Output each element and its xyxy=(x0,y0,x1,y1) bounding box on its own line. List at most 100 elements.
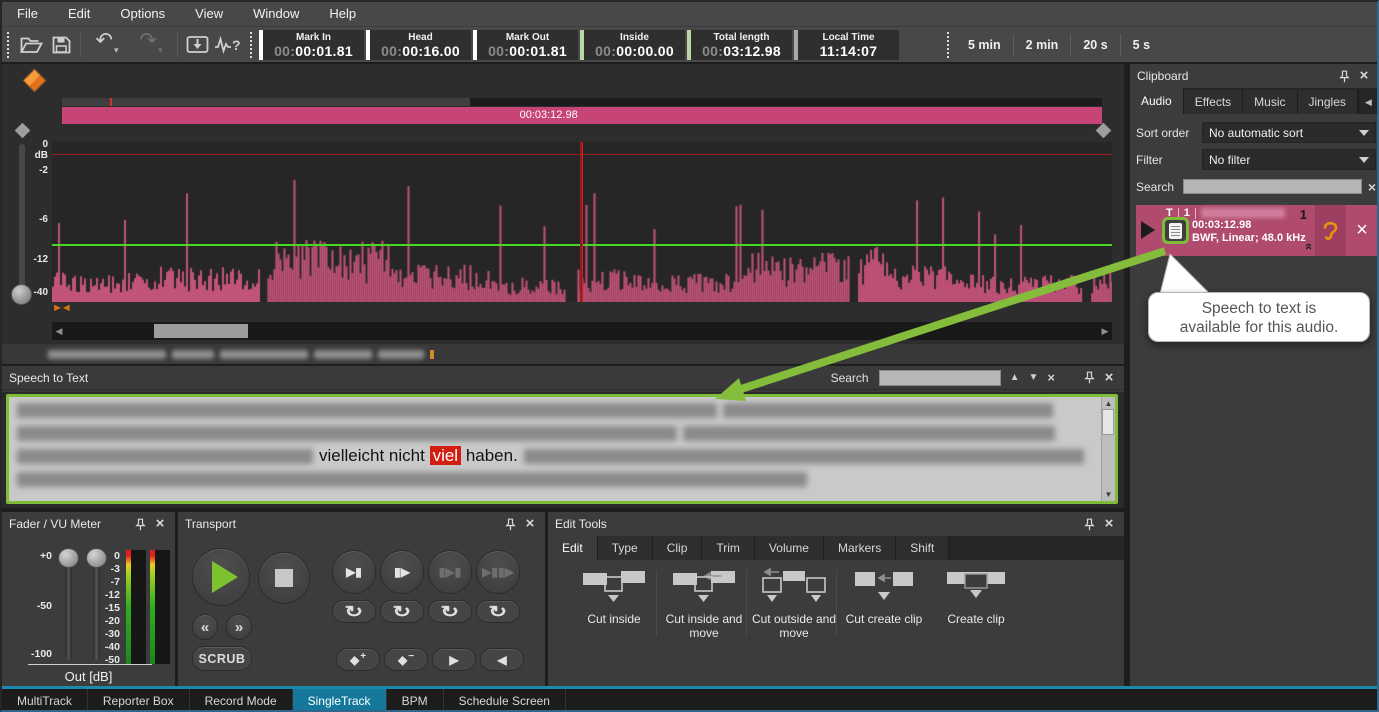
speech-detect-button[interactable]: ? xyxy=(212,31,242,59)
fader-track-right[interactable] xyxy=(93,560,100,660)
zoom-range-bar[interactable] xyxy=(62,98,1102,106)
menu-edit[interactable]: Edit xyxy=(53,2,105,26)
close-icon[interactable]: × xyxy=(1101,370,1117,386)
scrollbar-track[interactable] xyxy=(66,322,1098,340)
play-between-marks-button[interactable]: ▮▶▮ xyxy=(428,550,472,594)
scrollbar-thumb[interactable] xyxy=(154,324,248,338)
time-display-mark-out[interactable]: Mark Out 00:00:01.81 xyxy=(473,30,578,60)
speech-to-text-available-badge[interactable] xyxy=(1162,217,1189,244)
clip-overview-bar[interactable]: 00:03:12.98 xyxy=(62,107,1102,124)
scrub-button[interactable]: SCRUB xyxy=(192,646,252,671)
zoom-5s-button[interactable]: 5 s xyxy=(1121,33,1162,57)
filter-select[interactable]: No filter xyxy=(1202,149,1376,170)
loop-3-button[interactable]: ↻ xyxy=(428,600,472,623)
time-display-local-time[interactable]: Local Time 11:14:07 xyxy=(794,30,899,60)
scrollbar-thumb[interactable] xyxy=(1102,409,1114,435)
pin-icon[interactable] xyxy=(502,516,518,532)
add-marker-button[interactable]: ◆+ xyxy=(336,648,380,671)
prev-marker-button[interactable]: ◀ xyxy=(480,648,524,671)
forward-button[interactable]: » xyxy=(226,614,252,640)
menu-view[interactable]: View xyxy=(180,2,238,26)
tab-effects[interactable]: Effects xyxy=(1184,90,1243,114)
tool-cut-inside-and-move[interactable]: Cut inside and move xyxy=(658,568,750,640)
toolbar-grip[interactable] xyxy=(7,32,11,58)
loop-2-button[interactable]: ↻ xyxy=(380,600,424,623)
play-icon[interactable] xyxy=(1141,221,1155,239)
clipboard-search-input[interactable] xyxy=(1183,179,1362,194)
time-display-total-length[interactable]: Total length 00:03:12.98 xyxy=(687,30,792,60)
scroll-left-icon[interactable]: ◀ xyxy=(52,326,66,337)
tool-cut-create-clip[interactable]: Cut create clip xyxy=(838,568,930,626)
search-next-icon[interactable]: ▼ xyxy=(1029,372,1039,383)
tab-volume[interactable]: Volume xyxy=(755,536,824,560)
import-audio-button[interactable] xyxy=(182,31,212,59)
tab-type[interactable]: Type xyxy=(598,536,653,560)
tab-scroll-left-icon[interactable]: ◀ xyxy=(1365,97,1372,108)
transcript-area[interactable]: vielleicht nicht viel haben. ▲ ▼ xyxy=(6,394,1118,504)
loop-1-button[interactable]: ↻ xyxy=(332,600,376,623)
time-display-inside[interactable]: Inside 00:00:00.00 xyxy=(580,30,685,60)
close-icon[interactable]: × xyxy=(152,516,168,532)
transcript-visible-text[interactable]: vielleicht nicht viel haben. xyxy=(319,446,518,466)
position-marker-diamond[interactable] xyxy=(22,68,46,92)
fader-track-left[interactable] xyxy=(65,560,72,660)
time-display-head[interactable]: Head 00:00:16.00 xyxy=(366,30,471,60)
tab-schedule-screen[interactable]: Schedule Screen xyxy=(444,689,566,712)
play-around-marks-button[interactable]: ▶▮▮▶ xyxy=(476,550,520,594)
zoom-2min-button[interactable]: 2 min xyxy=(1014,33,1071,57)
transcript-scrollbar[interactable]: ▲ ▼ xyxy=(1101,397,1115,501)
open-file-button[interactable] xyxy=(16,31,46,59)
tab-edit[interactable]: Edit xyxy=(548,536,598,560)
save-button[interactable] xyxy=(46,31,76,59)
fader-knob-left[interactable] xyxy=(58,548,79,568)
tool-cut-inside[interactable]: Cut inside xyxy=(568,568,660,626)
zoom-5min-button[interactable]: 5 min xyxy=(956,33,1013,57)
tab-multitrack[interactable]: MultiTrack xyxy=(2,689,88,712)
scroll-down-icon[interactable]: ▼ xyxy=(1105,490,1113,499)
tab-clip[interactable]: Clip xyxy=(653,536,703,560)
collapse-icon[interactable]: « xyxy=(1302,243,1317,250)
tab-trim[interactable]: Trim xyxy=(702,536,755,560)
close-icon[interactable]: × xyxy=(1101,516,1117,532)
tab-singletrack[interactable]: SingleTrack xyxy=(293,689,387,712)
menu-file[interactable]: File xyxy=(2,2,53,26)
tab-bpm[interactable]: BPM xyxy=(387,689,444,712)
play-button[interactable] xyxy=(192,548,250,606)
prelisten-button[interactable] xyxy=(1315,205,1346,256)
toolbar-grip[interactable] xyxy=(250,32,254,58)
tab-audio[interactable]: Audio xyxy=(1130,88,1184,114)
zoom-20s-button[interactable]: 20 s xyxy=(1071,33,1119,57)
play-from-mark-button[interactable]: ▮▶ xyxy=(380,550,424,594)
close-icon[interactable]: × xyxy=(1356,68,1372,84)
tab-markers[interactable]: Markers xyxy=(824,536,896,560)
search-clear-icon[interactable]: × xyxy=(1047,370,1055,385)
close-icon[interactable]: × xyxy=(522,516,538,532)
menu-help[interactable]: Help xyxy=(314,2,371,26)
menu-options[interactable]: Options xyxy=(105,2,180,26)
tool-create-clip[interactable]: Create clip xyxy=(930,568,1022,626)
horizontal-scrollbar[interactable]: ◀ ▶ xyxy=(52,322,1112,340)
search-prev-icon[interactable]: ▲ xyxy=(1010,372,1020,383)
left-boundary-diamond[interactable] xyxy=(15,123,31,139)
mark-in-out-handle[interactable]: ►◄ xyxy=(52,302,70,314)
loop-4-button[interactable]: ↻ xyxy=(476,600,520,623)
sort-order-select[interactable]: No automatic sort xyxy=(1202,122,1376,143)
scroll-right-icon[interactable]: ▶ xyxy=(1098,326,1112,337)
menu-window[interactable]: Window xyxy=(238,2,314,26)
time-display-mark-in[interactable]: Mark In 00:00:01.81 xyxy=(259,30,364,60)
tab-jingles[interactable]: Jingles xyxy=(1298,90,1358,114)
toolbar-grip[interactable] xyxy=(947,32,951,58)
play-to-mark-button[interactable]: ▶▮ xyxy=(332,550,376,594)
tab-shift[interactable]: Shift xyxy=(896,536,949,560)
waveform-display[interactable] xyxy=(52,142,1112,302)
tab-reporter-box[interactable]: Reporter Box xyxy=(88,689,190,712)
search-clear-icon[interactable]: × xyxy=(1368,179,1376,195)
pin-icon[interactable] xyxy=(132,516,148,532)
right-boundary-diamond[interactable] xyxy=(1096,123,1112,139)
redo-button[interactable]: ↷▾ xyxy=(129,31,173,59)
pin-icon[interactable] xyxy=(1336,68,1352,84)
rewind-button[interactable]: « xyxy=(192,614,218,640)
tab-music[interactable]: Music xyxy=(1243,90,1297,114)
remove-item-button[interactable]: × xyxy=(1346,205,1378,256)
tool-cut-outside-and-move[interactable]: Cut outside and move xyxy=(748,568,840,640)
